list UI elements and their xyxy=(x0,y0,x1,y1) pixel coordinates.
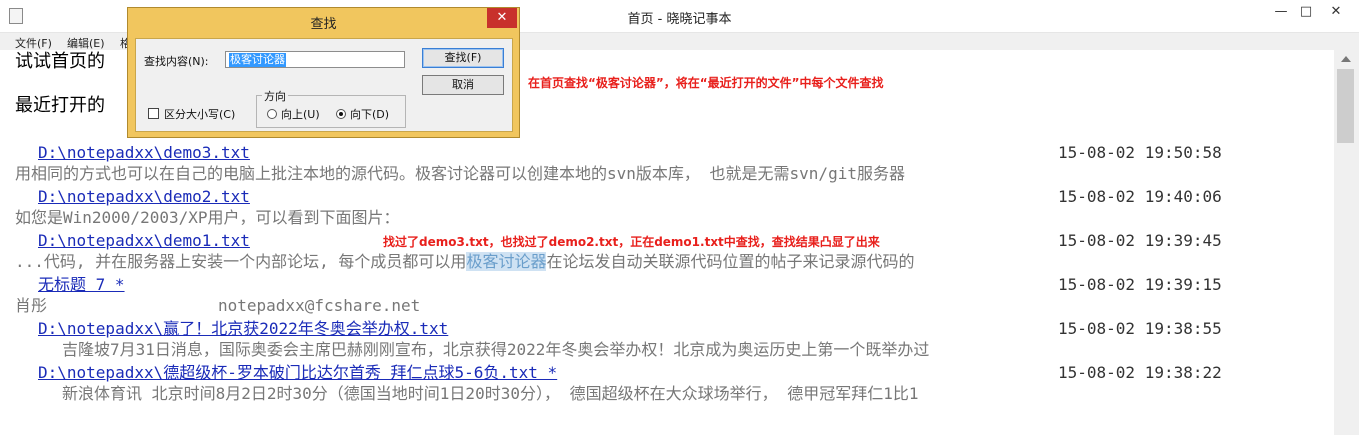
direction-legend: 方向 xyxy=(262,88,288,104)
direction-down-label: 向下(D) xyxy=(350,108,390,121)
annotation-top: 在首页查找“极客讨论器”，将在“最近打开的文件”中每个文件查找 xyxy=(528,76,884,90)
direction-up-radio[interactable] xyxy=(267,109,277,119)
find-dialog-close-button[interactable]: ✕ xyxy=(487,8,517,28)
recent-file-snippet: 吉隆坡7月31日消息，国际奥委会主席巴赫刚刚宣布，北京获得2022年冬奥会举办权… xyxy=(62,340,930,359)
recent-file-time: 15-08-02 19:50:58 xyxy=(1058,143,1222,162)
recent-file-link[interactable]: 无标题 7 * xyxy=(38,275,125,295)
menu-file[interactable]: 文件(F) xyxy=(15,35,52,51)
menu-edit[interactable]: 编辑(E) xyxy=(67,35,105,51)
recent-file-time: 15-08-02 19:39:45 xyxy=(1058,231,1222,250)
scroll-up-arrow-icon[interactable] xyxy=(1341,56,1351,62)
header-line-1: 试试首页的 xyxy=(15,51,105,72)
search-result-highlight: 极客讨论器 xyxy=(466,252,547,271)
find-what-label: 查找内容(N): xyxy=(144,55,209,68)
header-line-2: 最近打开的 xyxy=(15,95,105,116)
recent-file-snippet: 用相同的方式也可以在自己的电脑上批注本地的源代码。极客讨论器可以创建本地的svn… xyxy=(15,164,905,183)
snippet-text: ...代码, 并在服务器上安装一个内部论坛, 每个成员都可以用 xyxy=(15,252,467,271)
recent-file-snippet: ...代码, 并在服务器上安装一个内部论坛, 每个成员都可以用极客讨论器在论坛发… xyxy=(15,252,914,272)
find-dialog-body: 查找内容(N): 极客讨论器 查找(F) 取消 区分大小写(C) 方向 向上(U… xyxy=(135,38,513,132)
recent-file-snippet-email: notepadxx@fcshare.net xyxy=(218,296,421,315)
recent-file-time: 15-08-02 19:38:55 xyxy=(1058,319,1222,338)
annotation-middle: 找过了demo3.txt，也找过了demo2.txt，正在demo1.txt中查… xyxy=(383,235,880,249)
close-window-button[interactable]: ✕ xyxy=(1313,0,1359,24)
direction-up-label: 向上(U) xyxy=(281,108,320,121)
cancel-button[interactable]: 取消 xyxy=(422,75,504,95)
match-case-checkbox[interactable] xyxy=(148,108,159,119)
snippet-text: 在论坛发自动关联源代码位置的帖子来记录源代码的 xyxy=(546,252,915,271)
recent-file-link[interactable]: D:\notepadxx\demo2.txt xyxy=(38,187,250,207)
find-dialog: 查找 ✕ 查找内容(N): 极客讨论器 查找(F) 取消 区分大小写(C) 方向… xyxy=(127,7,520,138)
find-dialog-title: 查找 xyxy=(310,17,337,32)
recent-file-link[interactable]: D:\notepadxx\demo3.txt xyxy=(38,143,250,163)
recent-file-link[interactable]: D:\notepadxx\德超级杯-罗本破门比达尔首秀 拜仁点球5-6负.txt… xyxy=(38,363,557,383)
recent-file-snippet: 新浪体育讯 北京时间8月2日2时30分（德国当地时间1日20时30分）， 德国超… xyxy=(62,384,919,403)
scroll-thumb[interactable] xyxy=(1337,69,1354,143)
recent-file-time: 15-08-02 19:38:22 xyxy=(1058,363,1222,382)
find-next-button[interactable]: 查找(F) xyxy=(422,48,504,68)
recent-file-time: 15-08-02 19:39:15 xyxy=(1058,275,1222,294)
recent-file-link[interactable]: D:\notepadxx\赢了！北京获2022年冬奥会举办权.txt xyxy=(38,319,448,339)
direction-group: 方向 向上(U) 向下(D) xyxy=(256,88,406,128)
direction-down-radio[interactable] xyxy=(336,109,346,119)
find-what-input[interactable]: 极客讨论器 xyxy=(225,51,405,68)
match-case-label: 区分大小写(C) xyxy=(164,108,236,121)
recent-file-time: 15-08-02 19:40:06 xyxy=(1058,187,1222,206)
vertical-scrollbar[interactable] xyxy=(1334,50,1359,435)
find-what-value: 极客讨论器 xyxy=(229,53,286,67)
recent-file-link[interactable]: D:\notepadxx\demo1.txt xyxy=(38,231,250,251)
recent-file-snippet: 如您是Win2000/2003/XP用户，可以看到下面图片： xyxy=(15,208,400,227)
recent-file-snippet: 肖彤 xyxy=(15,296,48,315)
